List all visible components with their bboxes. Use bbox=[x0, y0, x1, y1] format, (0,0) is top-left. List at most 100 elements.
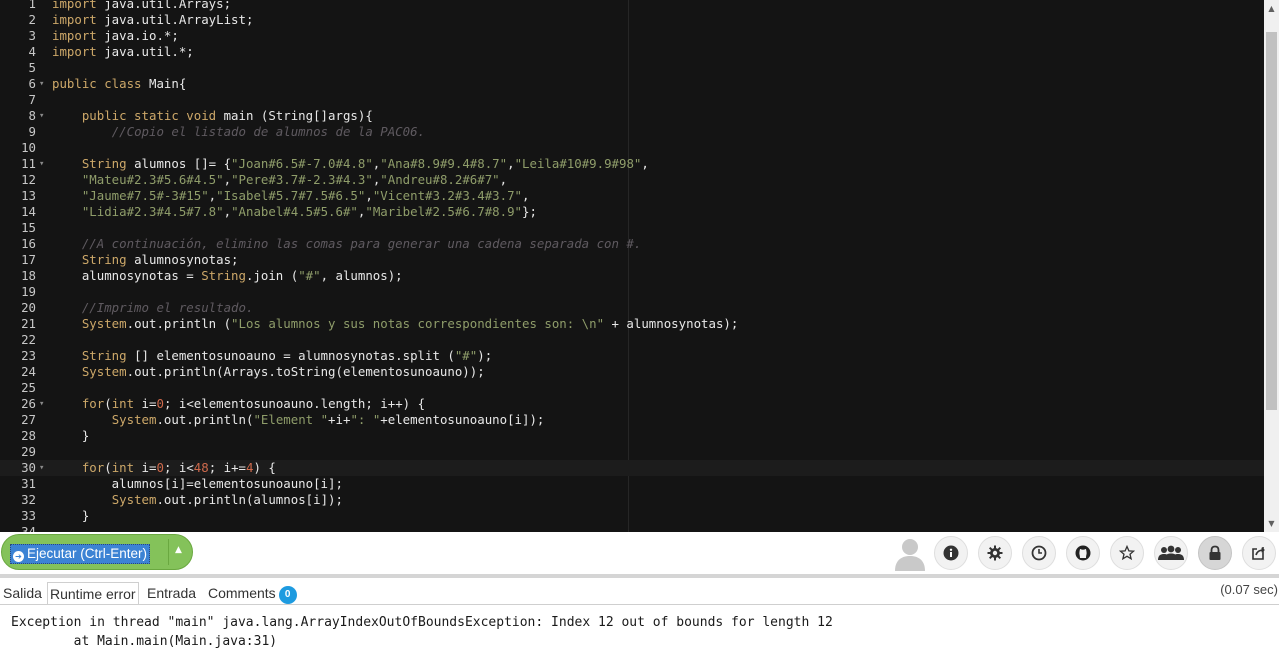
scroll-up-icon[interactable]: ▲ bbox=[1264, 0, 1279, 17]
code-line[interactable]: 20 //Imprimo el resultado. bbox=[0, 300, 1264, 316]
code-line[interactable]: 18 alumnosynotas = String.join ("#", alu… bbox=[0, 268, 1264, 284]
code-line[interactable]: 9 //Copio el listado de alumnos de la PA… bbox=[0, 124, 1264, 140]
code-token: , bbox=[223, 204, 232, 219]
editor-scrollbar[interactable]: ▲ ▼ bbox=[1264, 0, 1279, 532]
code-line[interactable]: 13 "Jaume#7.5#-3#15","Isabel#5.7#7.5#6.5… bbox=[0, 188, 1264, 204]
code-token: alumnos []= { bbox=[126, 156, 232, 171]
fold-toggle-icon[interactable]: ▾ bbox=[39, 76, 44, 92]
lock-icon[interactable] bbox=[1198, 536, 1232, 570]
code-line[interactable]: 14 "Lidia#2.3#4.5#7.8","Anabel#4.5#5.6#"… bbox=[0, 204, 1264, 220]
code-token: String bbox=[81, 348, 127, 363]
code-token: public static void bbox=[81, 108, 217, 123]
users-icon[interactable] bbox=[1154, 536, 1188, 570]
code-line[interactable]: 25 bbox=[0, 380, 1264, 396]
code-line[interactable]: 11 ▾ String alumnos []= {"Joan#6.5#-7.0#4… bbox=[0, 156, 1264, 172]
code-token: int bbox=[111, 460, 135, 475]
code-line[interactable]: 1 import java.util.Arrays; bbox=[0, 0, 1264, 12]
code-line[interactable]: 21 System.out.println ("Los alumnos y su… bbox=[0, 316, 1264, 332]
code-line[interactable]: 33 } bbox=[0, 508, 1264, 524]
line-number: 3 bbox=[28, 28, 36, 43]
line-number: 27 bbox=[21, 412, 36, 427]
tab-comments[interactable]: Comments 0 bbox=[208, 582, 297, 604]
line-number: 28 bbox=[21, 428, 36, 443]
code-line[interactable]: 31 alumnos[i]=elementosunoauno[i]; bbox=[0, 476, 1264, 492]
code-text: String [] elementosunoauno = alumnosynot… bbox=[52, 348, 492, 364]
run-button-label: Ejecutar (Ctrl-Enter) bbox=[27, 546, 148, 561]
code-line[interactable]: 6 ▾ public class Main{ bbox=[0, 76, 1264, 92]
code-line[interactable]: 17 String alumnosynotas; bbox=[0, 252, 1264, 268]
fold-toggle-icon[interactable]: ▾ bbox=[39, 460, 44, 476]
code-line[interactable]: 24 System.out.println(Arrays.toString(el… bbox=[0, 364, 1264, 380]
code-line[interactable]: 30 ▾ for(int i=0; i<48; i+=4) { bbox=[0, 460, 1264, 476]
code-line[interactable]: 12 "Mateu#2.3#5.6#4.5","Pere#3.7#-2.3#4.… bbox=[0, 172, 1264, 188]
toolbar: ➔ Ejecutar (Ctrl-Enter) ▲ bbox=[0, 532, 1279, 574]
star-icon[interactable] bbox=[1110, 536, 1144, 570]
code-line[interactable]: 15 bbox=[0, 220, 1264, 236]
code-token: System bbox=[81, 364, 127, 379]
fold-toggle-icon[interactable]: ▾ bbox=[39, 156, 44, 172]
code-line[interactable]: 22 bbox=[0, 332, 1264, 348]
code-line[interactable]: 19 bbox=[0, 284, 1264, 300]
line-number: 19 bbox=[21, 284, 36, 299]
code-token: } bbox=[52, 428, 90, 443]
code-token: +elementosunoauno[i]); bbox=[380, 412, 545, 427]
code-token: for bbox=[81, 460, 105, 475]
code-line[interactable]: 16 //A continuación, elimino las comas p… bbox=[0, 236, 1264, 252]
code-area[interactable]: 1 import java.util.Arrays; 2 import java.ut… bbox=[0, 0, 1264, 532]
code-line[interactable]: 34 bbox=[0, 524, 1264, 532]
code-text: public static void main (String[]args){ bbox=[52, 108, 373, 124]
line-number: 23 bbox=[21, 348, 36, 363]
fold-toggle-icon[interactable]: ▾ bbox=[39, 108, 44, 124]
code-token: .out.println(Arrays.toString(elementosun… bbox=[126, 364, 485, 379]
code-line[interactable]: 7 bbox=[0, 92, 1264, 108]
code-token: "Andreu#8.2#6#7" bbox=[380, 172, 500, 187]
line-number: 30 bbox=[21, 460, 36, 475]
code-token: , bbox=[223, 172, 232, 187]
code-line[interactable]: 29 bbox=[0, 444, 1264, 460]
code-text: "Mateu#2.3#5.6#4.5","Pere#3.7#-2.3#4.3",… bbox=[52, 172, 507, 188]
info-icon[interactable] bbox=[934, 536, 968, 570]
code-line[interactable]: 2 import java.util.ArrayList; bbox=[0, 12, 1264, 28]
line-number: 34 bbox=[21, 524, 36, 532]
error-line-1: Exception in thread "main" java.lang.Arr… bbox=[11, 615, 833, 630]
code-line[interactable]: 26 ▾ for(int i=0; i<elementosunoauno.leng… bbox=[0, 396, 1264, 412]
code-line[interactable]: 8 ▾ public static void main (String[]args… bbox=[0, 108, 1264, 124]
fold-toggle-icon[interactable]: ▾ bbox=[39, 396, 44, 412]
tab-entrada[interactable]: Entrada bbox=[147, 582, 196, 604]
code-text: "Lidia#2.3#4.5#7.8","Anabel#4.5#5.6#","M… bbox=[52, 204, 537, 220]
clock-icon[interactable] bbox=[1022, 536, 1056, 570]
code-token: , alumnos); bbox=[320, 268, 403, 283]
output-tabs: Salida Runtime error Entrada Comments 0 (… bbox=[0, 574, 1279, 605]
code-line[interactable]: 27 System.out.println("Element "+i+": "+… bbox=[0, 412, 1264, 428]
run-options-chevron-icon[interactable]: ▲ bbox=[175, 545, 182, 555]
code-line[interactable]: 4 import java.util.*; bbox=[0, 44, 1264, 60]
share-icon[interactable] bbox=[1242, 536, 1276, 570]
github-icon[interactable] bbox=[1066, 536, 1100, 570]
code-token: 0 bbox=[156, 460, 164, 475]
run-button[interactable]: ➔ Ejecutar (Ctrl-Enter) bbox=[10, 544, 151, 564]
scrollbar-thumb[interactable] bbox=[1266, 32, 1277, 410]
tab-runtime-error[interactable]: Runtime error bbox=[47, 582, 139, 605]
code-line[interactable]: 32 System.out.println(alumnos[i]); bbox=[0, 492, 1264, 508]
code-token: "Los alumnos y sus notas correspondiente… bbox=[231, 316, 605, 331]
scroll-down-icon[interactable]: ▼ bbox=[1264, 515, 1279, 532]
code-line[interactable]: 3 import java.io.*; bbox=[0, 28, 1264, 44]
code-token: } bbox=[52, 508, 90, 523]
code-editor[interactable]: 1 import java.util.Arrays; 2 import java.ut… bbox=[0, 0, 1279, 532]
code-line[interactable]: 5 bbox=[0, 60, 1264, 76]
code-line[interactable]: 23 String [] elementosunoauno = alumnosy… bbox=[0, 348, 1264, 364]
line-number: 18 bbox=[21, 268, 36, 283]
code-token: [] elementosunoauno = alumnosynotas.spli… bbox=[126, 348, 455, 363]
code-text: alumnosynotas = String.join ("#", alumno… bbox=[52, 268, 403, 284]
code-line[interactable]: 28 } bbox=[0, 428, 1264, 444]
user-avatar-icon[interactable] bbox=[892, 535, 928, 571]
line-number: 32 bbox=[21, 492, 36, 507]
gear-icon[interactable] bbox=[978, 536, 1012, 570]
tab-salida[interactable]: Salida bbox=[3, 582, 42, 604]
code-line[interactable]: 10 bbox=[0, 140, 1264, 156]
line-number: 2 bbox=[28, 12, 36, 27]
